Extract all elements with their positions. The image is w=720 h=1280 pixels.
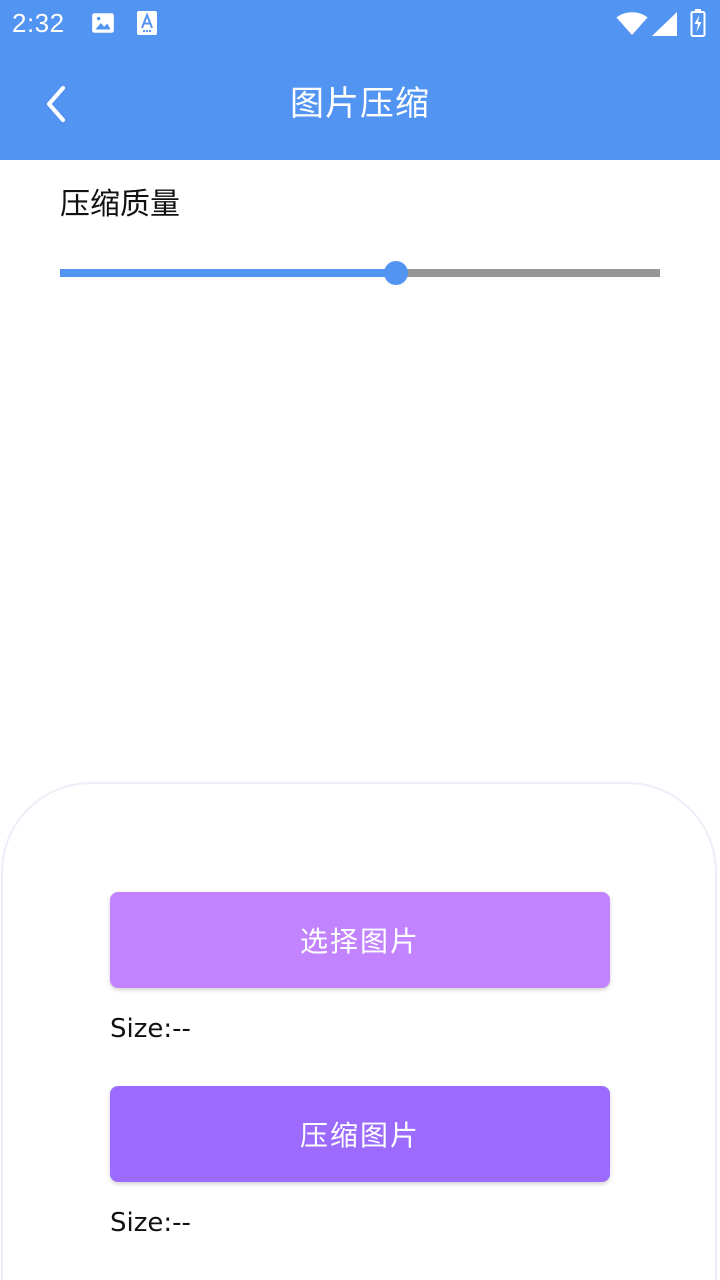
slider-thumb[interactable] <box>384 261 408 285</box>
app-bar: 图片压缩 <box>0 48 720 160</box>
page-title: 图片压缩 <box>290 84 430 124</box>
compressed-size-text: Size:-- <box>110 1208 191 1238</box>
wifi-icon <box>616 12 648 35</box>
compress-image-button[interactable]: 压缩图片 <box>110 1086 610 1182</box>
battery-charging-icon <box>690 9 706 37</box>
quality-slider[interactable] <box>60 258 660 288</box>
image-icon <box>92 13 114 33</box>
screen: 2:32 图片压缩 压缩质量 选择图片 Size:-- 压缩图片 Size:-- <box>0 0 720 1280</box>
status-bar: 2:32 <box>0 0 720 48</box>
quality-label: 压缩质量 <box>60 187 180 222</box>
signal-icon <box>652 12 677 36</box>
slider-fill <box>60 269 396 277</box>
header: 2:32 图片压缩 <box>0 0 720 160</box>
select-image-button[interactable]: 选择图片 <box>110 892 610 988</box>
text-a-icon <box>137 11 157 35</box>
status-time: 2:32 <box>12 8 65 38</box>
original-size-text: Size:-- <box>110 1014 191 1044</box>
bottom-card <box>1 782 717 1280</box>
